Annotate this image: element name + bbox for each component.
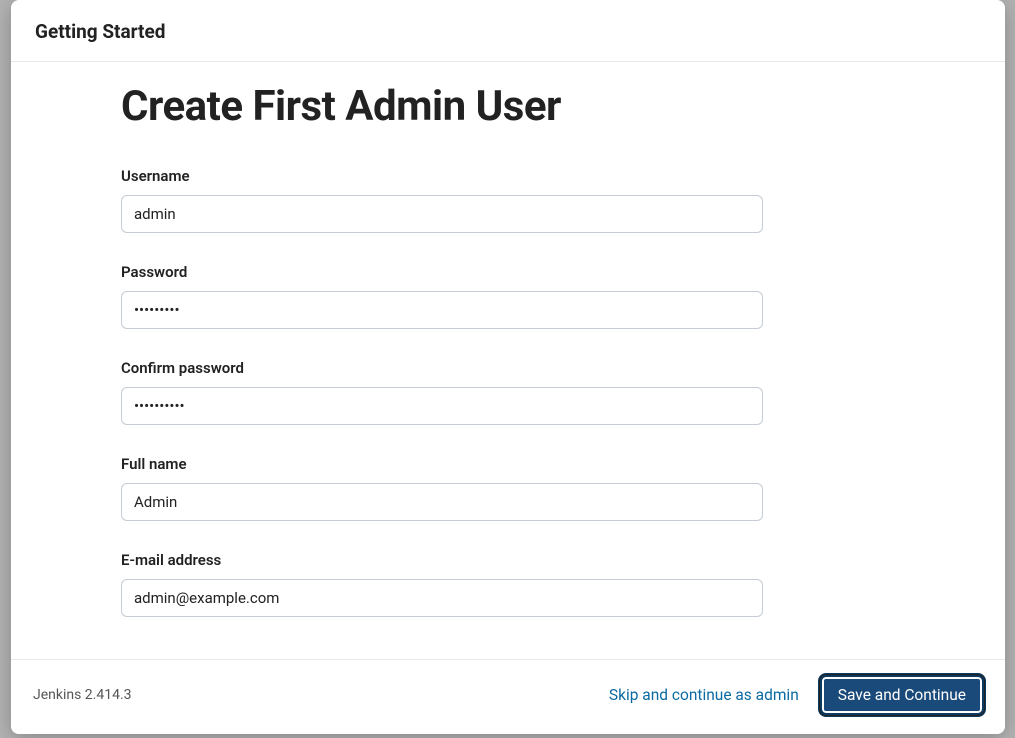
footer-actions: Skip and continue as admin Save and Cont…: [609, 676, 983, 714]
email-group: E-mail address: [121, 551, 895, 617]
modal-body[interactable]: Create First Admin User Username Passwor…: [11, 62, 1005, 659]
modal-footer: Jenkins 2.414.3 Skip and continue as adm…: [11, 659, 1005, 734]
confirm-password-input[interactable]: [121, 387, 763, 425]
confirm-password-group: Confirm password: [121, 359, 895, 425]
save-continue-button[interactable]: Save and Continue: [821, 676, 983, 714]
password-group: Password: [121, 263, 895, 329]
setup-wizard-modal: Getting Started Create First Admin User …: [11, 0, 1005, 734]
skip-link[interactable]: Skip and continue as admin: [609, 686, 799, 704]
password-input[interactable]: [121, 291, 763, 329]
username-input[interactable]: [121, 195, 763, 233]
modal-title: Getting Started: [35, 20, 981, 43]
email-input[interactable]: [121, 579, 763, 617]
email-label: E-mail address: [121, 551, 895, 569]
version-text: Jenkins 2.414.3: [33, 687, 132, 703]
username-group: Username: [121, 167, 895, 233]
full-name-label: Full name: [121, 455, 895, 473]
confirm-password-label: Confirm password: [121, 359, 895, 377]
modal-header: Getting Started: [11, 0, 1005, 62]
page-title: Create First Admin User: [121, 82, 895, 131]
full-name-input[interactable]: [121, 483, 763, 521]
full-name-group: Full name: [121, 455, 895, 521]
password-label: Password: [121, 263, 895, 281]
username-label: Username: [121, 167, 895, 185]
form-content: Create First Admin User Username Passwor…: [11, 62, 1005, 659]
